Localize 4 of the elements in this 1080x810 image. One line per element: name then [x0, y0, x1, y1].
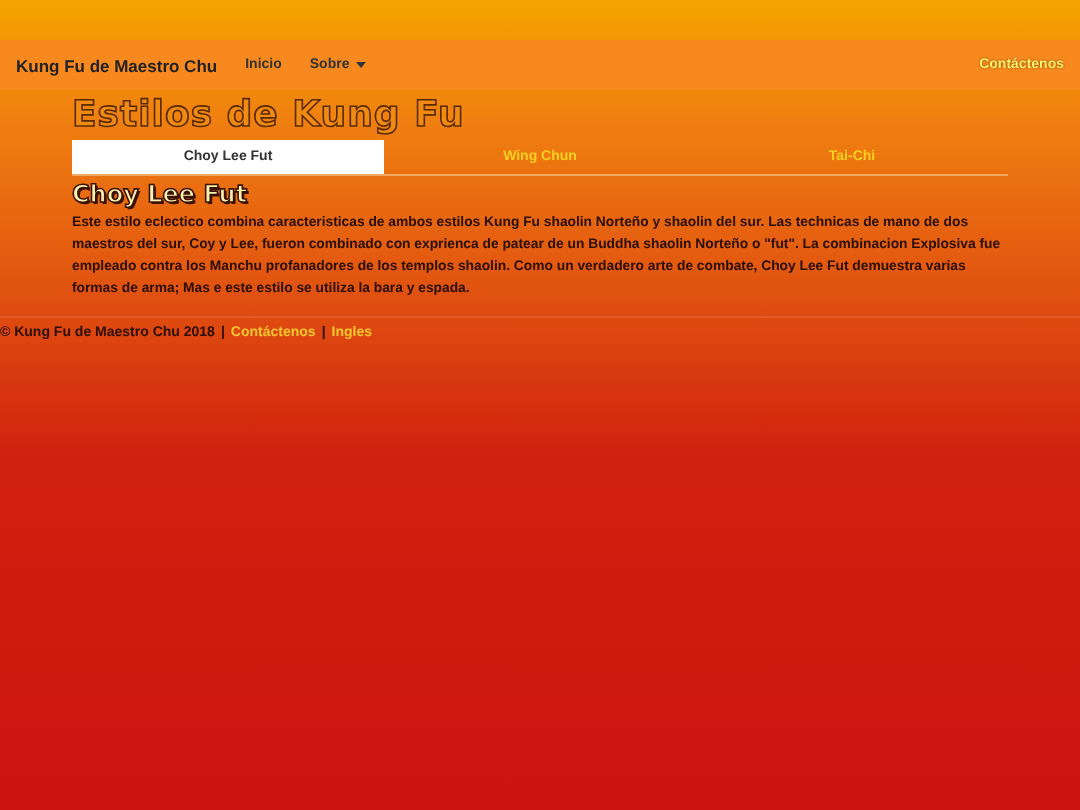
- caret-icon: [355, 62, 366, 68]
- section-heading: Choy Lee Fut: [72, 180, 250, 208]
- brand-title: Kung Fu de Maestro Chu: [16, 55, 218, 75]
- page-title: Estilos de Kung Fu: [72, 94, 467, 136]
